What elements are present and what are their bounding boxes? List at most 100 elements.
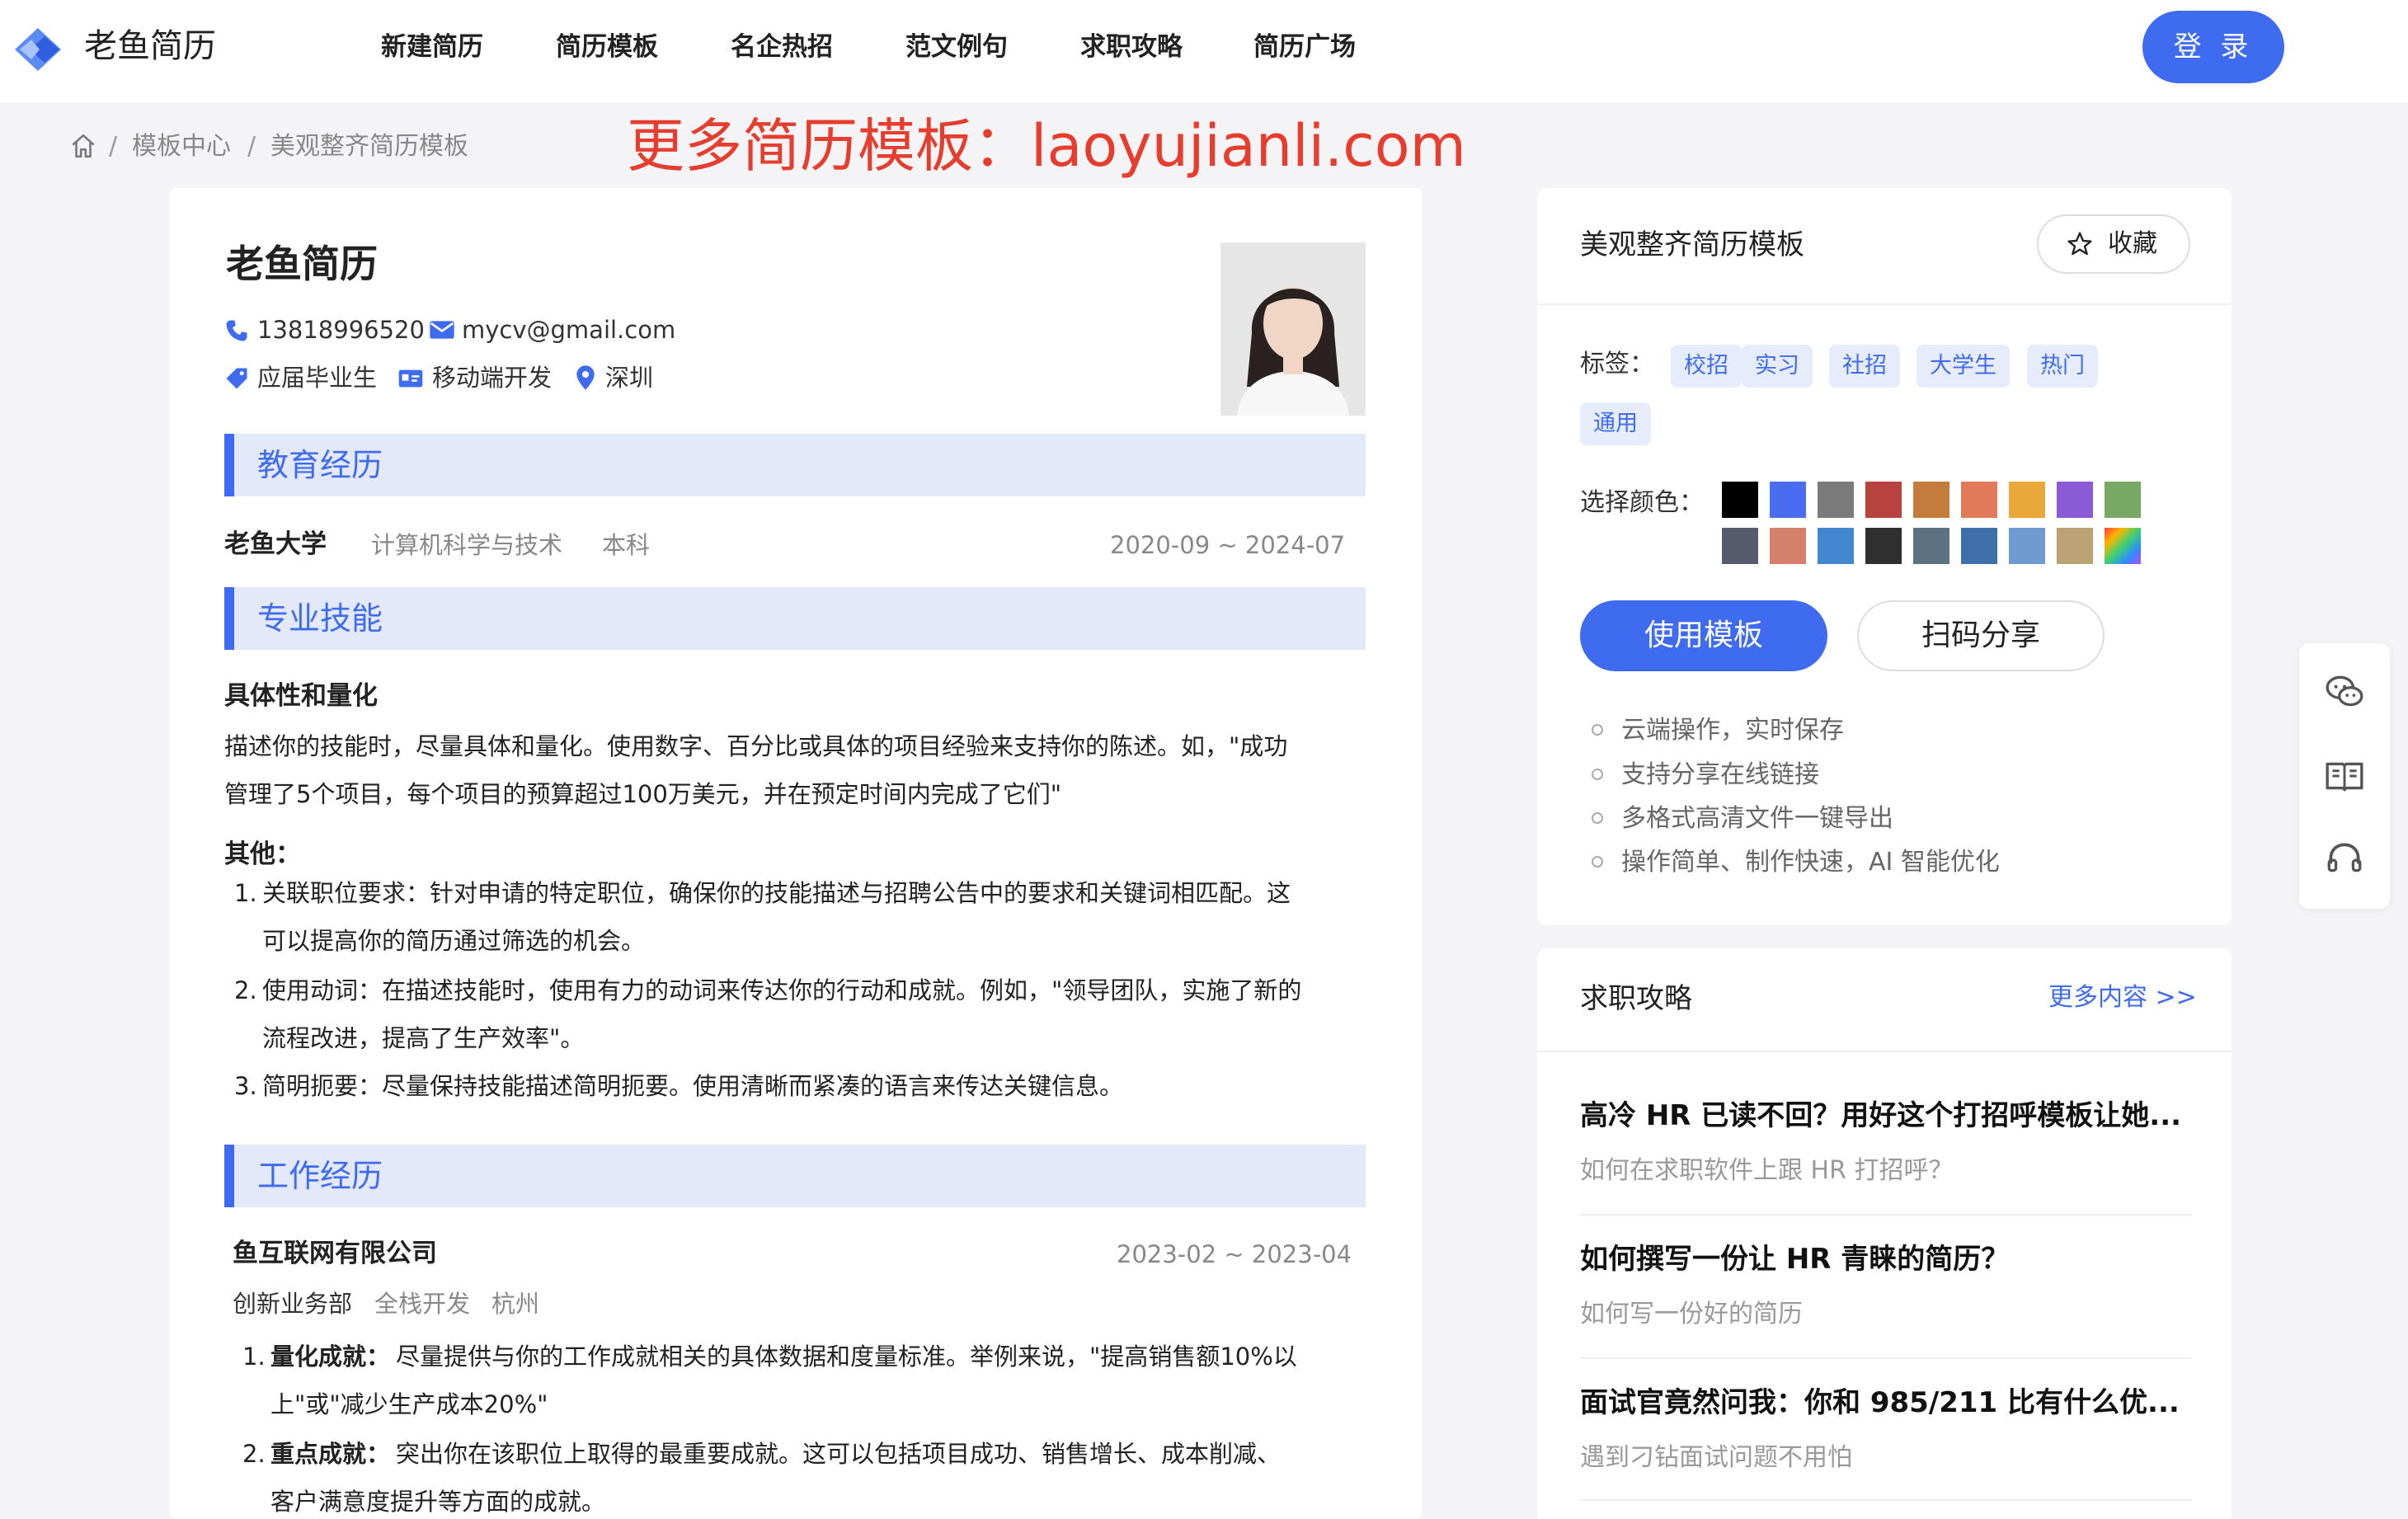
skills-item-line: 简明扼要：尽量保持技能描述简明扼要。使用清晰而紧凑的语言来传达关键信息。 [262, 1072, 1124, 1100]
color-swatch[interactable] [1865, 528, 1902, 564]
feature-item: 云端操作，实时保存 [1621, 716, 1844, 745]
job-guide-panel: 求职攻略 更多内容 >> 高冷 HR 已读不回？用好这个打招呼模板让她... 如… [1537, 948, 2232, 1519]
color-swatch[interactable] [1913, 482, 1949, 518]
breadcrumb-template-center[interactable]: 模板中心 [132, 130, 231, 163]
work-item-line: 尽量提供与你的工作成就相关的具体数据和度量标准。举例来说，"提高销售额10%以 [396, 1343, 1297, 1371]
tag-social[interactable]: 社招 [1829, 345, 1900, 388]
color-swatch[interactable] [2009, 528, 2045, 564]
edu-period: 2020-09 ~ 2024-07 [1110, 531, 1346, 559]
nav-resume-square[interactable]: 简历广场 [1253, 30, 1356, 64]
resume-job: 移动端开发 [432, 364, 553, 392]
tag-general[interactable]: 通用 [1580, 402, 1651, 445]
edu-school: 老鱼大学 [224, 529, 327, 559]
home-icon[interactable] [69, 132, 97, 160]
more-content-link[interactable]: 更多内容 >> [2048, 981, 2197, 1014]
panel-divider [1537, 303, 2232, 305]
color-swatch[interactable] [1961, 528, 1997, 564]
skills-item-line: 使用动词：在描述技能时，使用有力的动词来传达你的行动和成就。例如，"领导团队，实… [262, 976, 1302, 1004]
skills-item-line: 可以提高你的简历通过筛选的机会。 [262, 927, 646, 955]
work-role: 全栈开发 [374, 1290, 471, 1318]
article-divider [1580, 1499, 2192, 1501]
color-label: 选择颜色： [1580, 488, 1704, 517]
edu-major: 计算机科学与技术 [371, 531, 563, 559]
favorite-label: 收藏 [2108, 229, 2157, 258]
qr-share-button[interactable]: 扫码分享 [1857, 600, 2105, 671]
nav-job-guide[interactable]: 求职攻略 [1080, 30, 1183, 64]
section-title-skills: 专业技能 [257, 600, 383, 637]
resume-city: 深圳 [605, 364, 654, 392]
color-swatch[interactable] [1722, 528, 1758, 564]
nav-hot-jobs[interactable]: 名企热招 [731, 30, 833, 64]
breadcrumb-separator: / [109, 132, 118, 161]
email-icon [430, 321, 454, 339]
color-swatch[interactable] [2057, 482, 2093, 518]
guide-title: 求职攻略 [1580, 982, 1692, 1015]
wechat-icon[interactable] [2324, 671, 2365, 712]
skills-other-title: 其他： [224, 839, 301, 869]
tags-label: 标签： [1580, 350, 1654, 379]
color-swatch[interactable] [1770, 482, 1806, 518]
color-swatch[interactable] [2105, 482, 2141, 518]
skills-item-line: 关联职位要求：针对申请的特定职位，确保你的技能描述与招聘公告中的要求和关键词相匹… [262, 879, 1291, 907]
id-card-icon [398, 369, 423, 388]
skills-subtitle: 具体性和量化 [224, 681, 378, 711]
login-button[interactable]: 登 录 [2142, 11, 2284, 83]
color-swatch[interactable] [1770, 528, 1806, 564]
work-item-line: 突出你在该职位上取得的最重要成就。这可以包括项目成功、销售增长、成本削减、 [396, 1440, 1282, 1468]
skills-desc-line2: 管理了5个项目，每个项目的预算超过100万美元，并在预定时间内完成了它们" [224, 780, 1062, 808]
nav-new-resume[interactable]: 新建简历 [381, 30, 483, 64]
color-swatch[interactable] [1818, 528, 1854, 564]
work-period: 2023-02 ~ 2023-04 [1117, 1240, 1352, 1268]
color-swatch[interactable] [2105, 528, 2141, 564]
feature-item: 操作简单、制作快速，AI 智能优化 [1621, 848, 2000, 877]
work-item-num: 1. [242, 1343, 266, 1371]
work-dept: 创新业务部 [233, 1290, 353, 1318]
work-item-line: 客户满意度提升等方面的成就。 [270, 1488, 606, 1516]
headset-icon[interactable] [2324, 838, 2365, 879]
color-swatch[interactable] [2009, 482, 2045, 518]
work-item-num: 2. [242, 1440, 266, 1468]
color-swatch[interactable] [1961, 482, 1997, 518]
tag-internship[interactable]: 实习 [1742, 345, 1813, 388]
resume-phone: 13818996520 [257, 316, 425, 344]
feature-bullet [1592, 724, 1603, 736]
article-title[interactable]: 面试官竟然问我：你和 985/211 比有什么优... [1580, 1384, 2180, 1422]
favorite-button[interactable]: 收藏 [2037, 214, 2190, 274]
color-swatch[interactable] [2057, 528, 2093, 564]
article-divider [1580, 1214, 2192, 1216]
section-header-skills: 专业技能 [224, 587, 1366, 650]
skills-item-num: 2. [234, 976, 257, 1004]
section-header-education: 教育经历 [224, 434, 1366, 496]
book-icon[interactable] [2324, 755, 2365, 797]
avatar-photo [1220, 242, 1366, 416]
article-divider [1580, 1357, 2192, 1359]
article-subtitle: 遇到刁钻面试问题不用怕 [1580, 1443, 1852, 1472]
nav-templates[interactable]: 简历模板 [556, 30, 658, 64]
tag-student[interactable]: 大学生 [1917, 345, 2010, 388]
article-title[interactable]: 高冷 HR 已读不回？用好这个打招呼模板让她... [1580, 1097, 2181, 1135]
skills-item-line: 流程改进，提高了生产效率"。 [262, 1024, 585, 1052]
location-icon [576, 365, 595, 390]
work-company: 鱼互联网有限公司 [233, 1239, 437, 1268]
feature-item: 多格式高清文件一键导出 [1621, 804, 1893, 833]
nav-examples[interactable]: 范文例句 [905, 30, 1008, 64]
section-header-work: 工作经历 [224, 1145, 1366, 1207]
tag-hot[interactable]: 热门 [2027, 345, 2098, 388]
tag-campus[interactable]: 校招 [1671, 345, 1742, 388]
brand-name[interactable]: 老鱼简历 [84, 25, 216, 68]
color-swatch[interactable] [1818, 482, 1854, 518]
work-item-head: 重点成就： [270, 1440, 391, 1468]
logo-icon[interactable] [8, 23, 69, 76]
article-subtitle: 如何在求职软件上跟 HR 打招呼？ [1580, 1156, 1954, 1185]
skills-desc-line1: 描述你的技能时，尽量具体和量化。使用数字、百分比或具体的项目经验来支持你的陈述。… [224, 732, 1288, 760]
color-swatch[interactable] [1913, 528, 1949, 564]
section-title-work: 工作经历 [257, 1158, 383, 1194]
use-template-button[interactable]: 使用模板 [1580, 600, 1827, 671]
tag-icon [226, 368, 247, 389]
template-title: 美观整齐简历模板 [1580, 228, 1804, 261]
color-swatch[interactable] [1865, 482, 1902, 518]
phone-icon [226, 320, 247, 341]
feature-item: 支持分享在线链接 [1621, 760, 1819, 789]
article-title[interactable]: 如何撰写一份让 HR 青睐的简历？ [1580, 1240, 2009, 1278]
color-swatch[interactable] [1722, 482, 1758, 518]
